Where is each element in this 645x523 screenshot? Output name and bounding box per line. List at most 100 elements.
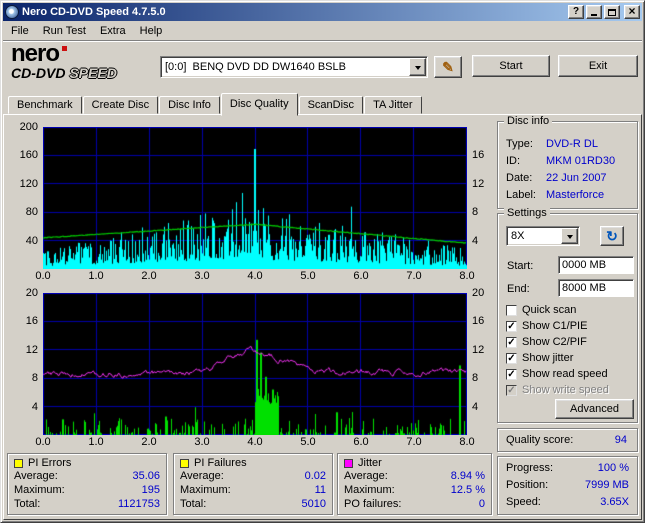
- checkbox-label: Show read speed: [522, 368, 608, 380]
- legend-square-icon: [344, 459, 353, 468]
- x-tick-label: 3.0: [194, 436, 209, 448]
- y-tick-label: 12: [472, 344, 484, 356]
- stat-value: 0: [479, 497, 485, 511]
- disc-info-value: 22 Jun 2007: [546, 172, 607, 184]
- end-field[interactable]: [558, 279, 634, 297]
- write-test-button[interactable]: ✎: [434, 56, 462, 78]
- tab-create-disc[interactable]: Create Disc: [83, 96, 158, 114]
- logo-line1: nero: [11, 43, 161, 65]
- stat-row-maximum: Maximum:11: [174, 483, 332, 497]
- checkbox-show-write-speed[interactable]: ✓Show write speed: [506, 382, 636, 398]
- stat-label: Average:: [14, 469, 58, 483]
- disc-info-row-id: ID:MKM 01RD30: [506, 153, 637, 170]
- checkbox-show-c2-pif[interactable]: ✓ Show C2/PIF: [506, 334, 636, 350]
- checkbox-label: Show C2/PIF: [522, 336, 587, 348]
- refresh-icon: ↻: [606, 229, 618, 243]
- tab-disc-info[interactable]: Disc Info: [159, 96, 220, 114]
- stat-label: PO failures:: [344, 497, 401, 511]
- start-button[interactable]: Start: [472, 55, 550, 77]
- tab-benchmark[interactable]: Benchmark: [8, 96, 82, 114]
- tab-strip: BenchmarkCreate DiscDisc InfoDisc Qualit…: [8, 92, 423, 114]
- disc-info-label: ID:: [506, 153, 546, 170]
- stat-label: Maximum:: [180, 483, 231, 497]
- minimize-button[interactable]: [586, 5, 602, 19]
- chevron-down-icon: [567, 235, 573, 242]
- x-tick-label: 1.0: [88, 436, 103, 448]
- maximize-icon: [608, 9, 616, 16]
- exit-button[interactable]: Exit: [558, 55, 638, 77]
- stat-row-total: Total:5010: [174, 497, 332, 511]
- checkbox-label: Quick scan: [522, 304, 576, 316]
- legend-square-icon: [180, 459, 189, 468]
- checkbox-box[interactable]: ✓: [506, 369, 517, 380]
- progress-row-speed: Speed: 3.65X: [506, 494, 629, 511]
- stat-label: Maximum:: [14, 483, 65, 497]
- refresh-button[interactable]: ↻: [600, 226, 624, 246]
- checkbox-quick-scan[interactable]: Quick scan: [506, 302, 636, 318]
- menu-item-file[interactable]: File: [4, 23, 36, 39]
- y-tick-label: 20: [472, 287, 484, 299]
- pen-hand-icon: ✎: [442, 59, 454, 76]
- advanced-button[interactable]: Advanced: [555, 399, 634, 419]
- y-tick-label: 12: [26, 344, 38, 356]
- checkbox-box[interactable]: ✓: [506, 337, 517, 348]
- x-tick-label: 6.0: [353, 270, 368, 282]
- disc-info-row-label: Label:Masterforce: [506, 187, 637, 204]
- checkbox-box[interactable]: ✓: [506, 353, 517, 364]
- logo-nero-text: nero: [11, 40, 59, 67]
- speed-select-arrow[interactable]: [561, 228, 578, 244]
- menu-item-run-test[interactable]: Run Test: [36, 23, 93, 39]
- x-tick-label: 5.0: [300, 270, 315, 282]
- close-icon: ×: [628, 5, 635, 17]
- pif-chart-left-axis: 20161284: [6, 293, 40, 435]
- progress-label: Progress:: [506, 460, 553, 477]
- start-field[interactable]: [558, 256, 634, 274]
- checkbox-show-c1-pie[interactable]: ✓Show C1/PIE: [506, 318, 636, 334]
- checkbox-box[interactable]: ✓: [506, 321, 517, 332]
- checkbox-label: Show jitter: [522, 352, 573, 364]
- x-tick-label: 1.0: [88, 270, 103, 282]
- maximize-button[interactable]: [604, 5, 620, 19]
- stats-row: PI ErrorsAverage:35.06Maximum:195Total:1…: [4, 453, 494, 515]
- x-tick-label: 5.0: [300, 436, 315, 448]
- menu-item-help[interactable]: Help: [133, 23, 170, 39]
- stat-label: Average:: [344, 469, 388, 483]
- menu-item-extra[interactable]: Extra: [93, 23, 133, 39]
- checkbox-show-jitter[interactable]: ✓ Show jitter: [506, 350, 636, 366]
- checkbox-show-read-speed[interactable]: ✓ Show read speed: [506, 366, 636, 382]
- menu-bar: FileRun TestExtraHelp: [3, 22, 642, 39]
- y-tick-label: 20: [26, 287, 38, 299]
- stat-box-pi-failures: PI FailuresAverage:0.02Maximum:11Total:5…: [173, 453, 333, 515]
- settings-group-label: Settings: [504, 207, 550, 219]
- y-tick-label: 16: [472, 149, 484, 161]
- progress-row-position: Position:7999 MB: [506, 477, 629, 494]
- stat-value: 0.02: [305, 469, 326, 483]
- tab-disc-quality[interactable]: Disc Quality: [221, 93, 298, 116]
- y-tick-label: 12: [472, 178, 484, 190]
- checkbox-box[interactable]: ✓: [506, 385, 517, 396]
- progress-label: Speed:: [506, 494, 541, 511]
- checkbox-box[interactable]: [506, 305, 517, 316]
- logo-red-dot-icon: [62, 46, 67, 51]
- tab-scandisc[interactable]: ScanDisc: [299, 96, 363, 114]
- y-tick-label: 8: [32, 372, 38, 384]
- drive-select-arrow[interactable]: [409, 58, 426, 76]
- stat-box-pi-errors: PI ErrorsAverage:35.06Maximum:195Total:1…: [7, 453, 167, 515]
- drive-select[interactable]: [0:0] BENQ DVD DD DW1640 BSLB: [160, 56, 428, 78]
- stat-row-po-failures: PO failures: 0: [338, 497, 491, 511]
- speed-select[interactable]: 8X: [506, 226, 580, 246]
- tab-ta-jitter[interactable]: TA Jitter: [364, 96, 422, 114]
- y-tick-label: 200: [20, 121, 38, 133]
- progress-value: 3.65X: [600, 494, 629, 511]
- stat-row-average: Average:35.06: [8, 469, 166, 483]
- x-tick-label: 7.0: [406, 270, 421, 282]
- legend-square-icon: [14, 459, 23, 468]
- quality-score-value: 94: [615, 434, 627, 446]
- x-tick-label: 6.0: [353, 436, 368, 448]
- stat-label: Average:: [180, 469, 224, 483]
- disc-info-value: DVD-R DL: [546, 138, 598, 150]
- quality-score-label: Quality score:: [506, 434, 573, 446]
- close-button[interactable]: ×: [624, 5, 640, 19]
- help-button[interactable]: ?: [568, 5, 584, 19]
- title-bar[interactable]: Nero CD-DVD Speed 4.7.5.0 ? ×: [3, 3, 642, 21]
